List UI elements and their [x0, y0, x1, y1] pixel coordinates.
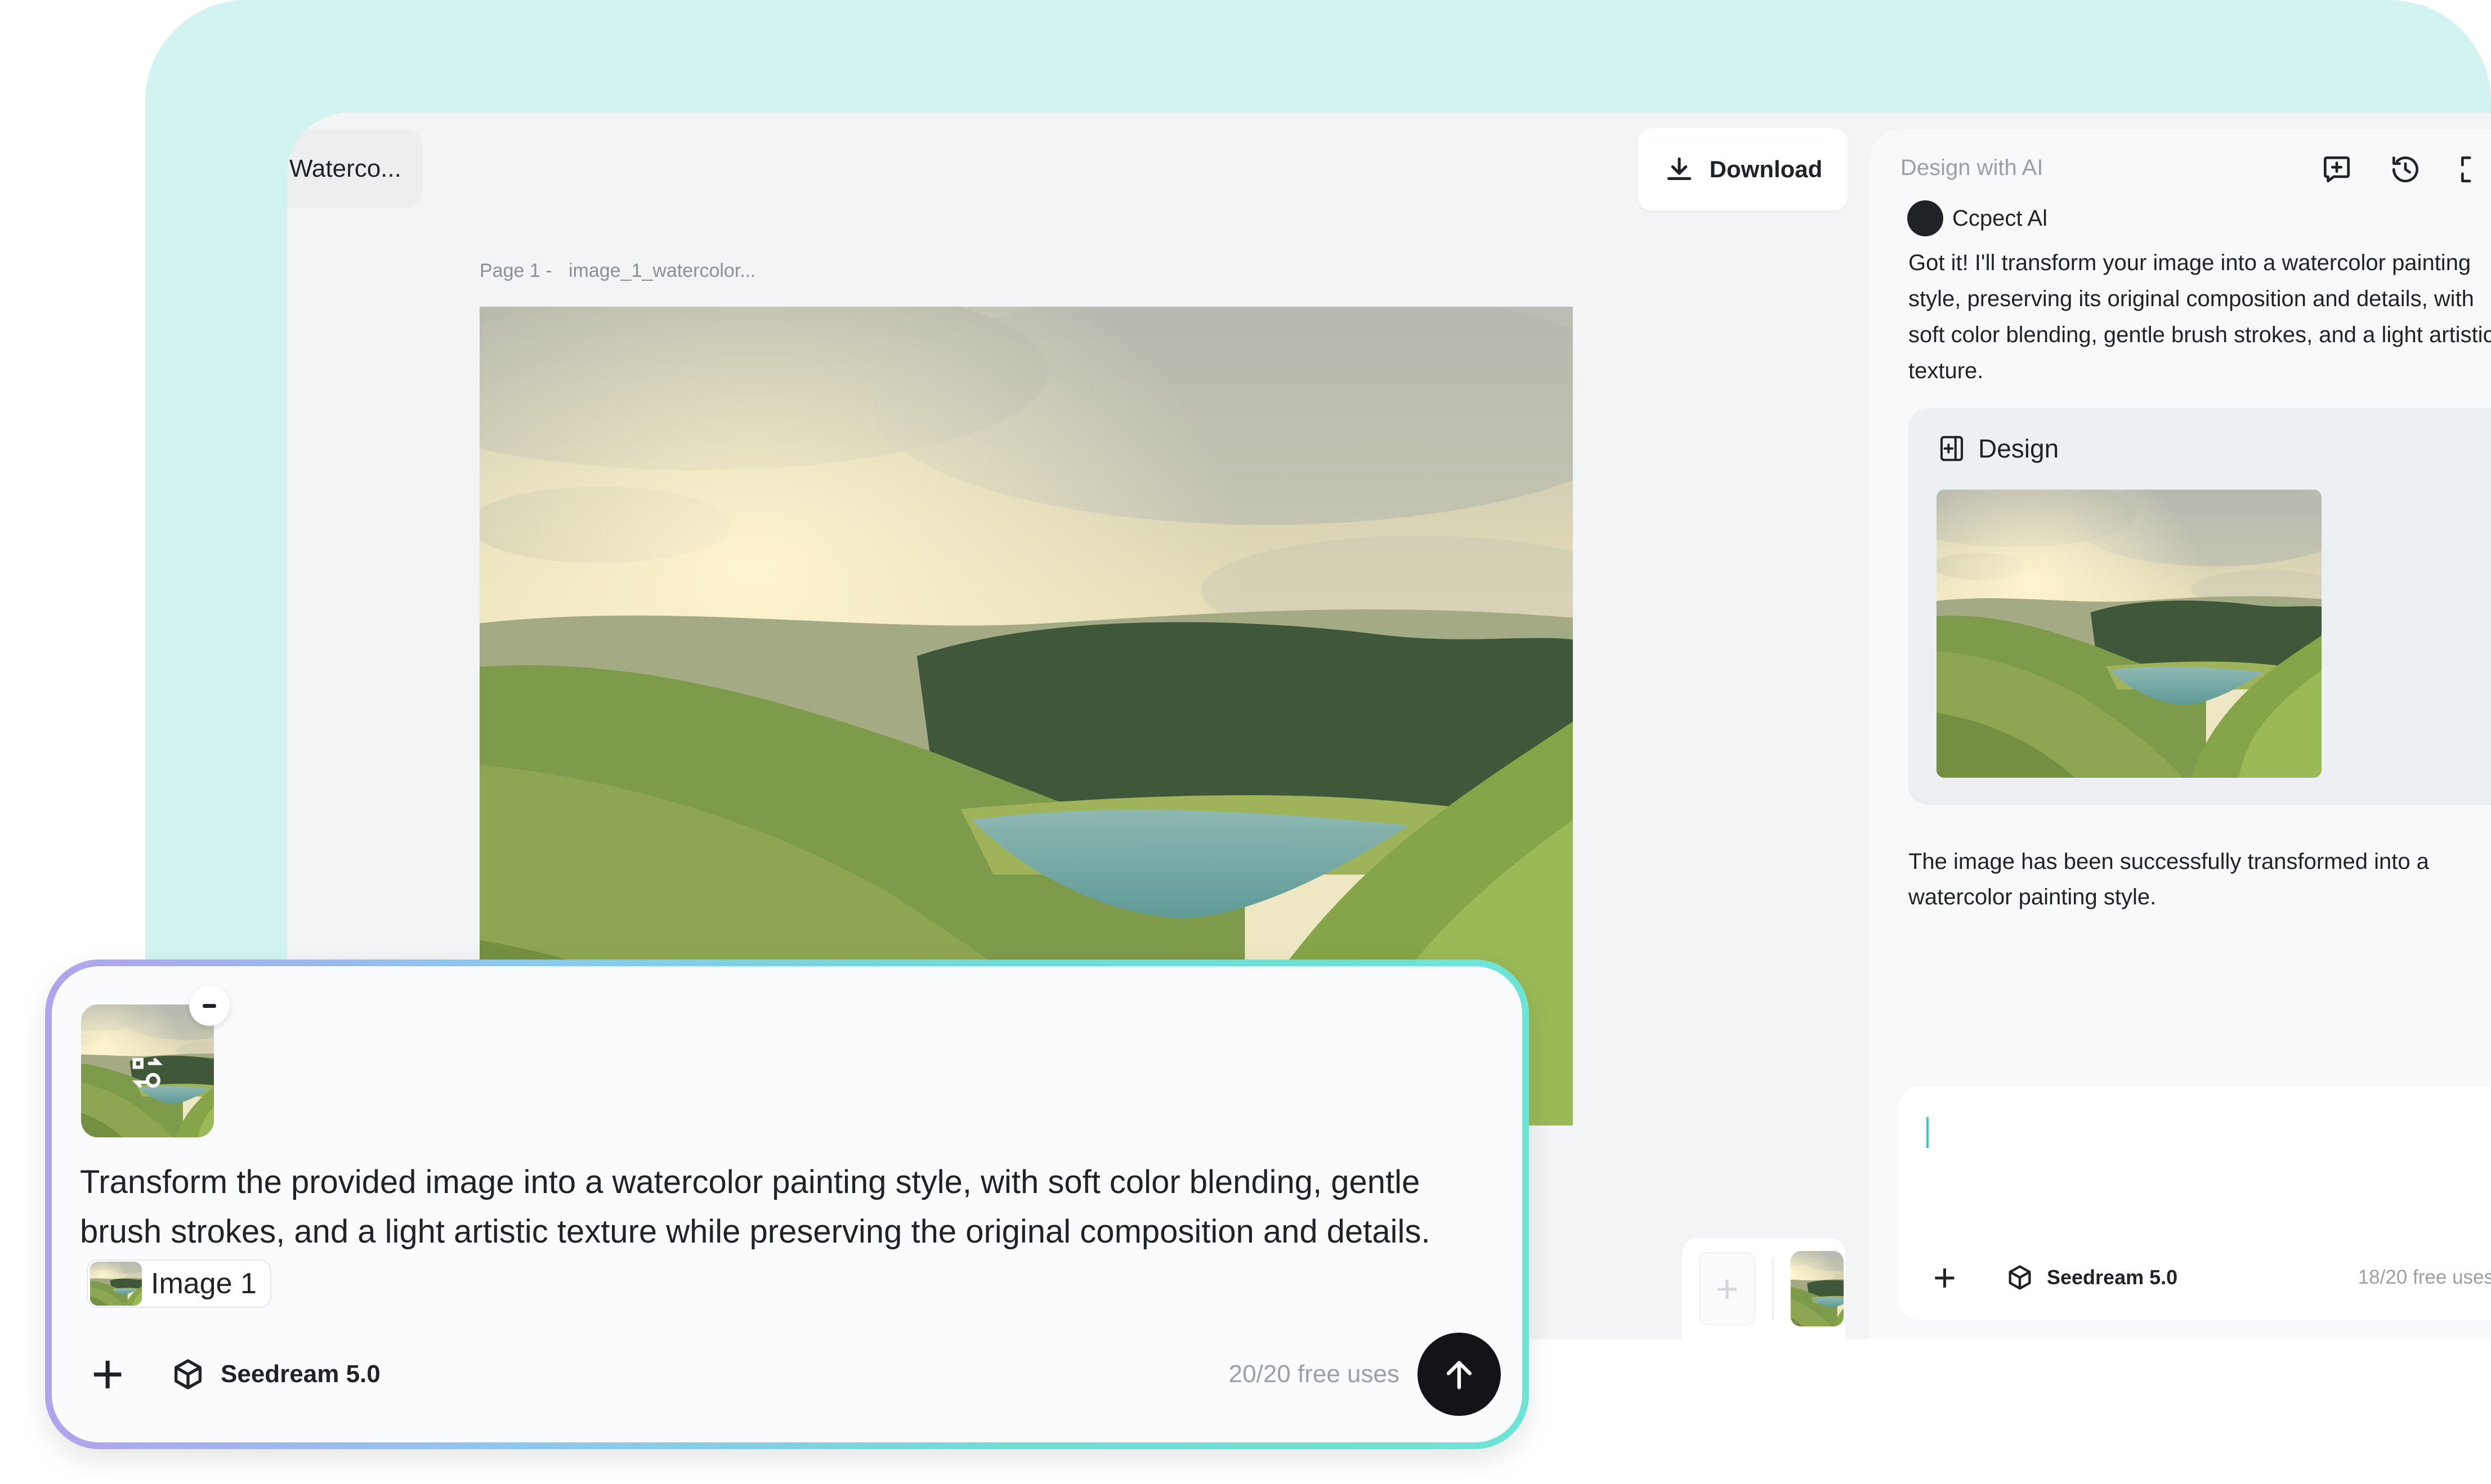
design-preview[interactable]: [1937, 490, 2322, 778]
page-number: Page 1 -: [480, 260, 552, 281]
expand-icon[interactable]: [2457, 152, 2491, 187]
prompt-text: Transform the provided image into a wate…: [80, 1164, 1430, 1250]
design-result-card[interactable]: Design: [1908, 408, 2491, 805]
chip-label: Image 1: [151, 1267, 257, 1300]
add-page-button[interactable]: +: [1699, 1252, 1755, 1325]
free-uses-counter: 18/20 free uses: [2358, 1266, 2491, 1288]
assistant-result-message: The image has been successfully transfor…: [1908, 849, 2429, 909]
model-name: Seedream 5.0: [2047, 1266, 2178, 1289]
agent-header: Ccpect Al: [1907, 200, 2047, 236]
design-card-header: Design: [1937, 433, 2059, 464]
add-button[interactable]: +: [91, 1346, 136, 1402]
design-preview-image: [1937, 490, 2322, 778]
composer-inner[interactable]: Transform the provided image into a wate…: [52, 966, 1522, 1442]
ai-side-panel: Design with AI Ccpect Al Got it! I'll tr…: [1869, 129, 2491, 1339]
page-label: Page 1 - image_1_watercolor...: [480, 260, 756, 282]
cube-icon: [2009, 1265, 2031, 1290]
transform-icon: [132, 1058, 163, 1088]
side-chat-input[interactable]: + Seedream 5.0 18/20 free uses: [1897, 1086, 2491, 1320]
page-thumbnails: +: [1682, 1238, 1845, 1339]
document-title[interactable]: Waterco...: [287, 129, 422, 208]
text-caret: [1926, 1117, 1929, 1148]
cube-icon: [175, 1359, 202, 1389]
thumbnail-image: [1791, 1251, 1844, 1326]
panel-title: Design with AI: [1900, 155, 2043, 180]
assistant-message: Got it! I'll transform your image into a…: [1908, 250, 2491, 383]
add-attachment-button[interactable]: +: [1933, 1258, 1973, 1297]
panel-actions: [2319, 152, 2491, 187]
download-icon: [1667, 157, 1691, 180]
chip-thumbnail: [90, 1262, 142, 1306]
composer-model-selector[interactable]: Seedream 5.0: [170, 1356, 381, 1392]
prompt-input[interactable]: Transform the provided image into a wate…: [80, 1158, 1482, 1308]
attachment-overlay: [81, 1005, 214, 1137]
design-icon: [1940, 436, 1964, 461]
thumbnail-divider: [1772, 1258, 1774, 1320]
composer-toolbar: + Seedream 5.0 20/20 free uses: [91, 1332, 1501, 1416]
attached-image[interactable]: [81, 1005, 214, 1137]
side-input-toolbar: + Seedream 5.0 18/20 free uses: [1933, 1255, 2491, 1300]
download-button[interactable]: Download: [1638, 128, 1848, 210]
composer-free-uses: 20/20 free uses: [1228, 1360, 1399, 1388]
file-name[interactable]: image_1_watercolor...: [569, 260, 756, 281]
image-reference-chip[interactable]: Image 1: [87, 1259, 271, 1308]
agent-avatar: [1907, 200, 1943, 236]
arrow-up-icon: [1446, 1361, 1472, 1389]
page-thumbnail[interactable]: [1791, 1251, 1844, 1326]
history-icon[interactable]: [2388, 152, 2423, 187]
design-card-title: Design: [1978, 434, 2059, 463]
model-selector[interactable]: Seedream 5.0: [2005, 1263, 2177, 1292]
download-label: Download: [1709, 156, 1823, 182]
chip-image: [90, 1262, 142, 1306]
remove-attachment-button[interactable]: [189, 985, 230, 1026]
send-button[interactable]: [1417, 1333, 1501, 1416]
composer-model-name: Seedream 5.0: [221, 1360, 381, 1388]
minus-icon: [203, 1003, 216, 1008]
prompt-composer: Transform the provided image into a wate…: [45, 960, 1529, 1449]
new-chat-icon[interactable]: [2319, 152, 2354, 187]
agent-name: Ccpect Al: [1952, 205, 2047, 231]
